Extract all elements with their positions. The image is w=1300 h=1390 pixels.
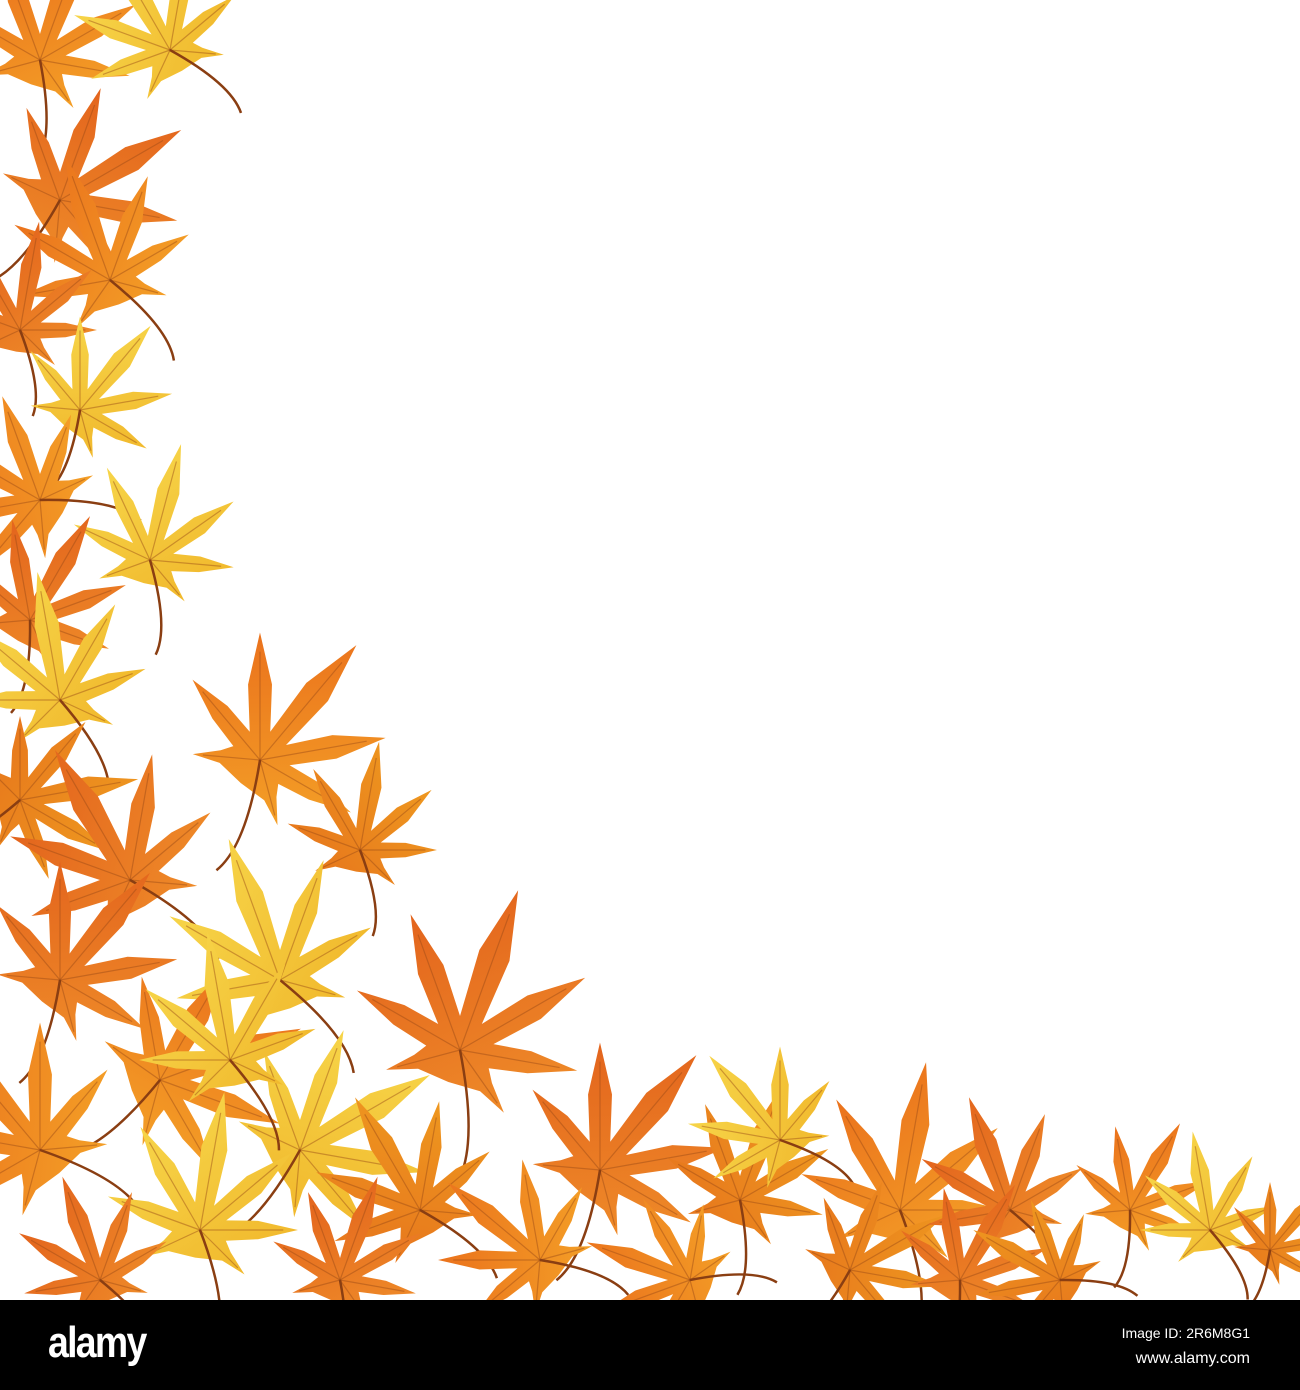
website-label: www.alamy.com	[1135, 1350, 1250, 1367]
autumn-maple-leaves-illustration	[0, 0, 1300, 1300]
alamy-logo: alamy	[48, 1318, 147, 1367]
leaf-cluster	[0, 0, 1300, 1300]
watermark-bar: alamy Image ID: 2R6M8G1 www.alamy.com	[0, 1300, 1300, 1390]
image-id-label: Image ID: 2R6M8G1	[1121, 1325, 1250, 1341]
